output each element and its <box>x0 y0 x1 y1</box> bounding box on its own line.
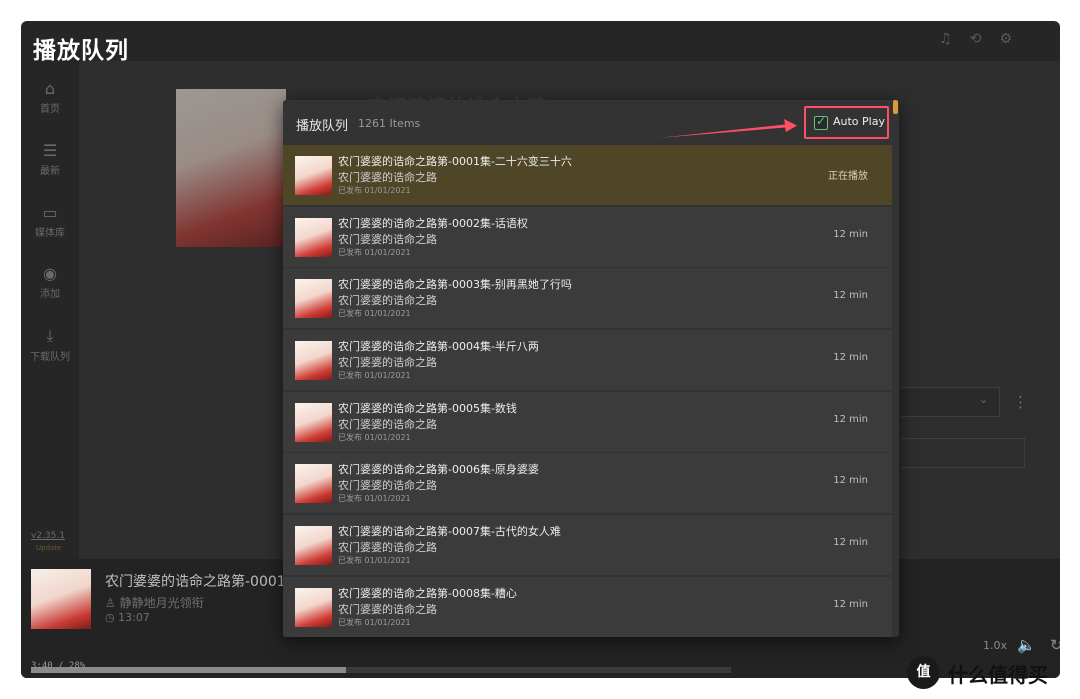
annotation-title: 播放队列 <box>33 38 129 64</box>
annotation-arrow <box>658 119 797 138</box>
watermark-text: 什么值得买 <box>948 663 1048 687</box>
watermark-logo: 值 <box>907 656 940 689</box>
annotation-arrow-shape <box>658 119 797 138</box>
